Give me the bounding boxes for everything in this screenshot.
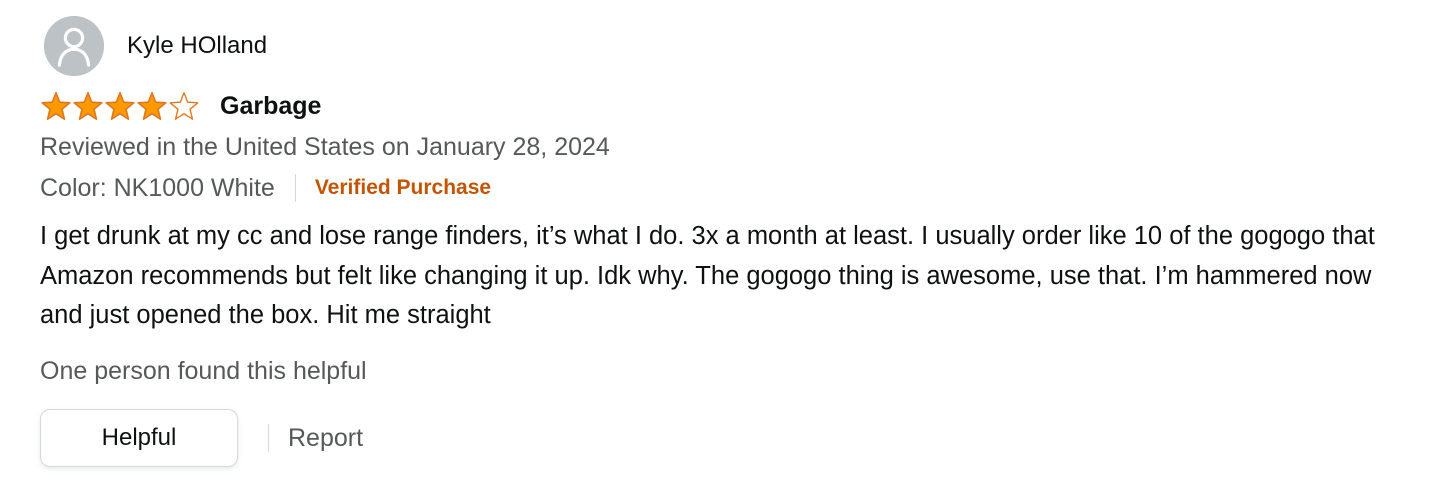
- rating-title-row: Garbage: [40, 88, 321, 124]
- star-filled-icon: [41, 92, 71, 120]
- review-format-strip: Color: NK1000 White Verified Purchase: [40, 171, 491, 205]
- default-user-avatar-icon: [44, 16, 104, 76]
- actions-divider: [268, 424, 269, 452]
- helpful-button[interactable]: Helpful: [40, 409, 238, 467]
- review-text: I get drunk at my cc and lose range find…: [40, 222, 1375, 329]
- reviewer-name[interactable]: Kyle HOlland: [127, 31, 267, 61]
- review-date: Reviewed in the United States on January…: [40, 133, 610, 161]
- verified-purchase-badge: Verified Purchase: [314, 176, 492, 199]
- review-actions: Helpful Report: [40, 407, 363, 469]
- reviewer-profile[interactable]: Kyle HOlland: [44, 16, 267, 76]
- star-rating[interactable]: [40, 90, 200, 122]
- star-filled-icon: [73, 92, 103, 120]
- helpful-vote-count: One person found this helpful: [40, 357, 367, 385]
- format-divider: [294, 174, 296, 202]
- star-empty-icon: [169, 92, 199, 120]
- star-filled-icon: [105, 92, 135, 120]
- star-filled-icon: [137, 92, 167, 120]
- product-variant[interactable]: Color: NK1000 White: [40, 172, 275, 204]
- report-link[interactable]: Report: [288, 422, 363, 454]
- customer-review: Kyle HOlland Garbage Reviewed in the Uni…: [0, 0, 1432, 482]
- review-title[interactable]: Garbage: [220, 90, 321, 122]
